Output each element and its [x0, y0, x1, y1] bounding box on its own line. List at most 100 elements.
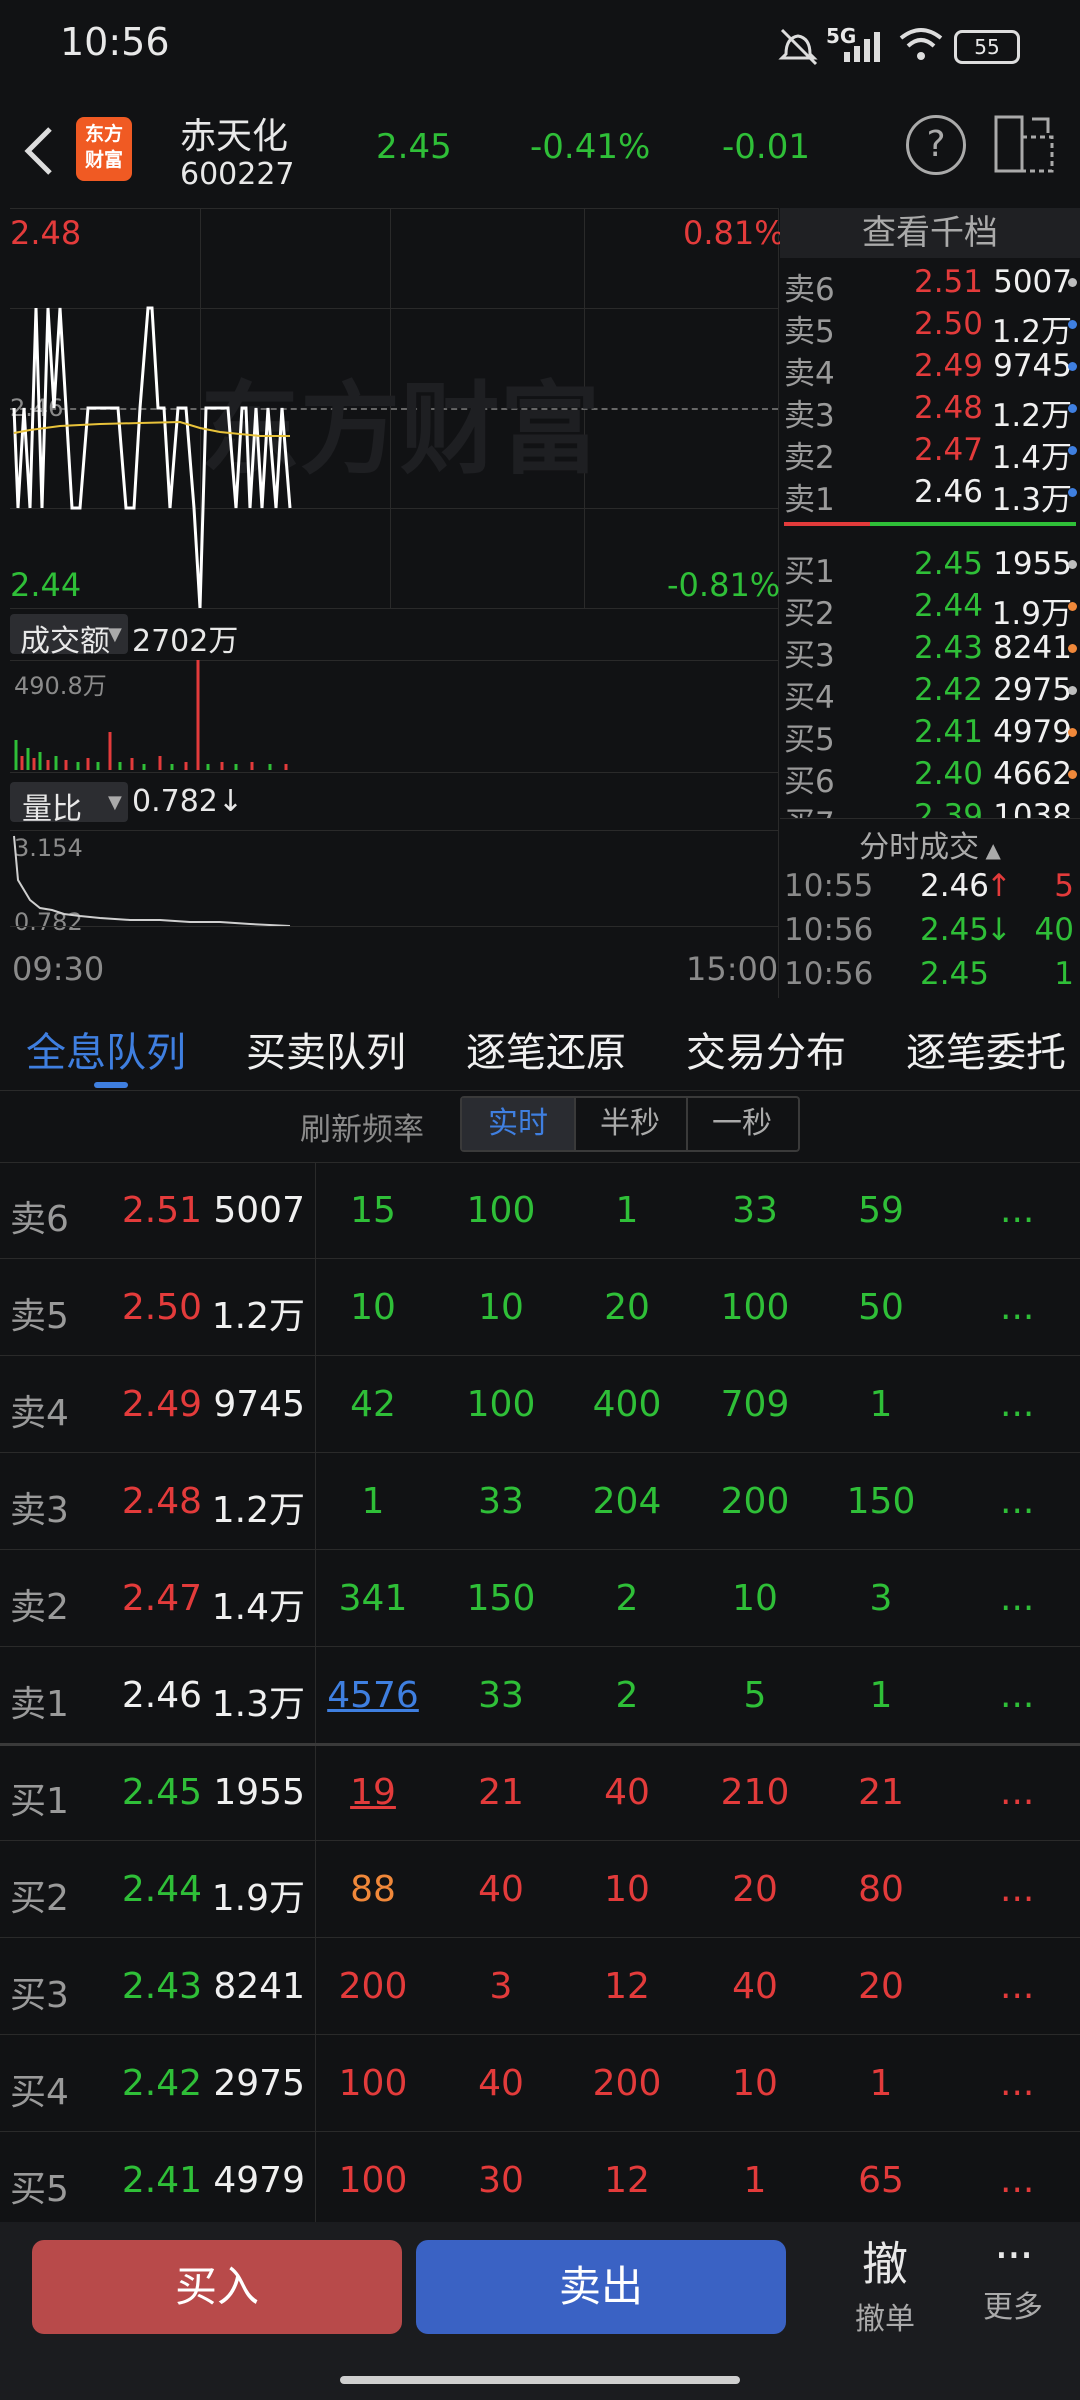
buy-button[interactable]: 买入 — [32, 2240, 402, 2334]
order-size[interactable]: 1 — [318, 1481, 428, 1522]
tab-trade-distribution[interactable]: 交易分布 — [686, 1020, 846, 1078]
order-size[interactable]: 709 — [700, 1384, 810, 1425]
buy-queue-row[interactable]: 买1 2.45 1955 19 21 40 210 21... — [0, 1744, 1080, 1841]
order-size[interactable]: 88 — [318, 1869, 428, 1910]
view-depth-button[interactable]: 查看千档 — [780, 208, 1080, 258]
order-size[interactable]: 100 — [446, 1190, 556, 1231]
order-size[interactable]: 1 — [572, 1190, 682, 1231]
back-icon[interactable] — [18, 123, 58, 179]
order-size[interactable]: 21 — [446, 1772, 556, 1813]
refresh-option-realtime[interactable]: 实时 — [462, 1098, 576, 1150]
order-size[interactable]: 20 — [572, 1287, 682, 1328]
order-size[interactable]: 59 — [826, 1190, 936, 1231]
order-size[interactable]: 210 — [700, 1772, 810, 1813]
order-size[interactable]: 100 — [446, 1384, 556, 1425]
order-size[interactable]: 3 — [446, 1966, 556, 2007]
order-size[interactable]: 10 — [446, 1287, 556, 1328]
layout-switch-icon[interactable] — [992, 113, 1058, 175]
sell-queue-row[interactable]: 卖4 2.49 9745 42 100 400 709 1... — [0, 1356, 1080, 1453]
more-orders[interactable]: ... — [1000, 1966, 1034, 2007]
sell-queue-row[interactable]: 卖1 2.46 1.3万 4576 33 2 5 1... — [0, 1647, 1080, 1746]
order-size[interactable]: 42 — [318, 1384, 428, 1425]
order-size[interactable]: 80 — [826, 1869, 936, 1910]
buy-queue-row[interactable]: 买3 2.43 8241 200 3 12 40 20... — [0, 1938, 1080, 2035]
sell-button[interactable]: 卖出 — [416, 2240, 786, 2334]
order-size[interactable]: 2 — [572, 1578, 682, 1619]
more-orders[interactable]: ... — [1000, 1869, 1034, 1910]
cancel-order-button[interactable]: 撤 撤单 — [840, 2228, 930, 2338]
sell-queue-row[interactable]: 卖3 2.48 1.2万 1 33 204 200 150... — [0, 1453, 1080, 1550]
level-price: 2.49 — [121, 1384, 202, 1425]
order-size[interactable]: 150 — [446, 1578, 556, 1619]
order-size[interactable]: 33 — [446, 1675, 556, 1716]
refresh-option-half-second[interactable]: 半秒 — [574, 1098, 688, 1150]
order-size[interactable]: 10 — [700, 2063, 810, 2104]
more-orders[interactable]: ... — [1000, 2063, 1034, 2104]
tab-full-queue[interactable]: 全息队列 — [26, 1020, 186, 1078]
order-size[interactable]: 1 — [826, 1675, 936, 1716]
book-row-buy1: 买1 2.45 1955 — [780, 544, 1080, 590]
more-orders[interactable]: ... — [1000, 1675, 1034, 1716]
order-size[interactable]: 20 — [700, 1869, 810, 1910]
order-size[interactable]: 1 — [826, 1384, 936, 1425]
order-size[interactable]: 40 — [572, 1772, 682, 1813]
order-size[interactable]: 204 — [572, 1481, 682, 1522]
order-size[interactable]: 200 — [572, 2063, 682, 2104]
order-size[interactable]: 65 — [826, 2160, 936, 2201]
order-size[interactable]: 40 — [700, 1966, 810, 2007]
order-size[interactable]: 100 — [700, 1287, 810, 1328]
more-orders[interactable]: ... — [1000, 1384, 1034, 1425]
sell-queue-row[interactable]: 卖5 2.50 1.2万 10 10 20 100 50... — [0, 1259, 1080, 1356]
refresh-option-one-second[interactable]: 一秒 — [686, 1098, 798, 1150]
order-size[interactable]: 200 — [700, 1481, 810, 1522]
sell-queue-row[interactable]: 卖2 2.47 1.4万 341 150 2 10 3... — [0, 1550, 1080, 1647]
intraday-chart[interactable]: 东方财富 2.48 0.81% 2.46 2.44 -0.81% 成交额 ▼ 2… — [0, 208, 785, 998]
order-size[interactable]: 100 — [318, 2160, 428, 2201]
order-size[interactable]: 400 — [572, 1384, 682, 1425]
order-size[interactable]: 33 — [700, 1190, 810, 1231]
tab-tick-restore[interactable]: 逐笔还原 — [466, 1020, 626, 1078]
order-size[interactable]: 12 — [572, 2160, 682, 2201]
tab-bid-ask-queue[interactable]: 买卖队列 — [246, 1020, 406, 1078]
order-size[interactable]: 21 — [826, 1772, 936, 1813]
sell-queue-row[interactable]: 卖6 2.51 5007 15 100 1 33 59... — [0, 1162, 1080, 1259]
buy-queue-row[interactable]: 买4 2.42 2975 100 40 200 10 1... — [0, 2035, 1080, 2132]
order-size[interactable]: 10 — [700, 1578, 810, 1619]
order-size[interactable]: 2 — [572, 1675, 682, 1716]
help-icon[interactable]: ? — [906, 115, 966, 175]
order-size[interactable]: 1 — [700, 2160, 810, 2201]
order-size[interactable]: 3 — [826, 1578, 936, 1619]
order-size[interactable]: 341 — [318, 1578, 428, 1619]
tab-order-by-order[interactable]: 逐笔委托 — [906, 1020, 1066, 1076]
order-size[interactable]: 20 — [826, 1966, 936, 2007]
order-size[interactable]: 40 — [446, 1869, 556, 1910]
order-size[interactable]: 33 — [446, 1481, 556, 1522]
buy-queue-row[interactable]: 买5 2.41 4979 100 30 12 1 65... — [0, 2132, 1080, 2229]
order-size[interactable]: 30 — [446, 2160, 556, 2201]
order-size[interactable]: 10 — [572, 1869, 682, 1910]
order-size[interactable]: 200 — [318, 1966, 428, 2007]
more-button[interactable]: ··· 更多 — [968, 2228, 1058, 2326]
order-size[interactable]: 4576 — [318, 1675, 428, 1716]
order-size[interactable]: 10 — [318, 1287, 428, 1328]
order-size[interactable]: 40 — [446, 2063, 556, 2104]
order-size[interactable]: 50 — [826, 1287, 936, 1328]
more-orders[interactable]: ... — [1000, 2160, 1034, 2201]
order-size[interactable]: 15 — [318, 1190, 428, 1231]
ticks-title[interactable]: 分时成交 ▲ — [780, 822, 1080, 866]
order-size[interactable]: 19 — [318, 1772, 428, 1813]
more-orders[interactable]: ... — [1000, 1578, 1034, 1619]
order-size[interactable]: 100 — [318, 2063, 428, 2104]
buy-queue-row[interactable]: 买2 2.44 1.9万 88 40 10 20 80... — [0, 1841, 1080, 1938]
more-orders[interactable]: ... — [1000, 1190, 1034, 1231]
order-size[interactable]: 5 — [700, 1675, 810, 1716]
more-orders[interactable]: ... — [1000, 1772, 1034, 1813]
ratio-selector[interactable]: 量比 ▼ — [10, 782, 128, 827]
order-size[interactable]: 150 — [826, 1481, 936, 1522]
turnover-selector[interactable]: 成交额 ▼ — [10, 614, 128, 659]
order-size[interactable]: 1 — [826, 2063, 936, 2104]
more-orders[interactable]: ... — [1000, 1287, 1034, 1328]
more-orders[interactable]: ... — [1000, 1481, 1034, 1522]
order-size[interactable]: 12 — [572, 1966, 682, 2007]
book-ratio-bar-sell — [784, 522, 870, 526]
